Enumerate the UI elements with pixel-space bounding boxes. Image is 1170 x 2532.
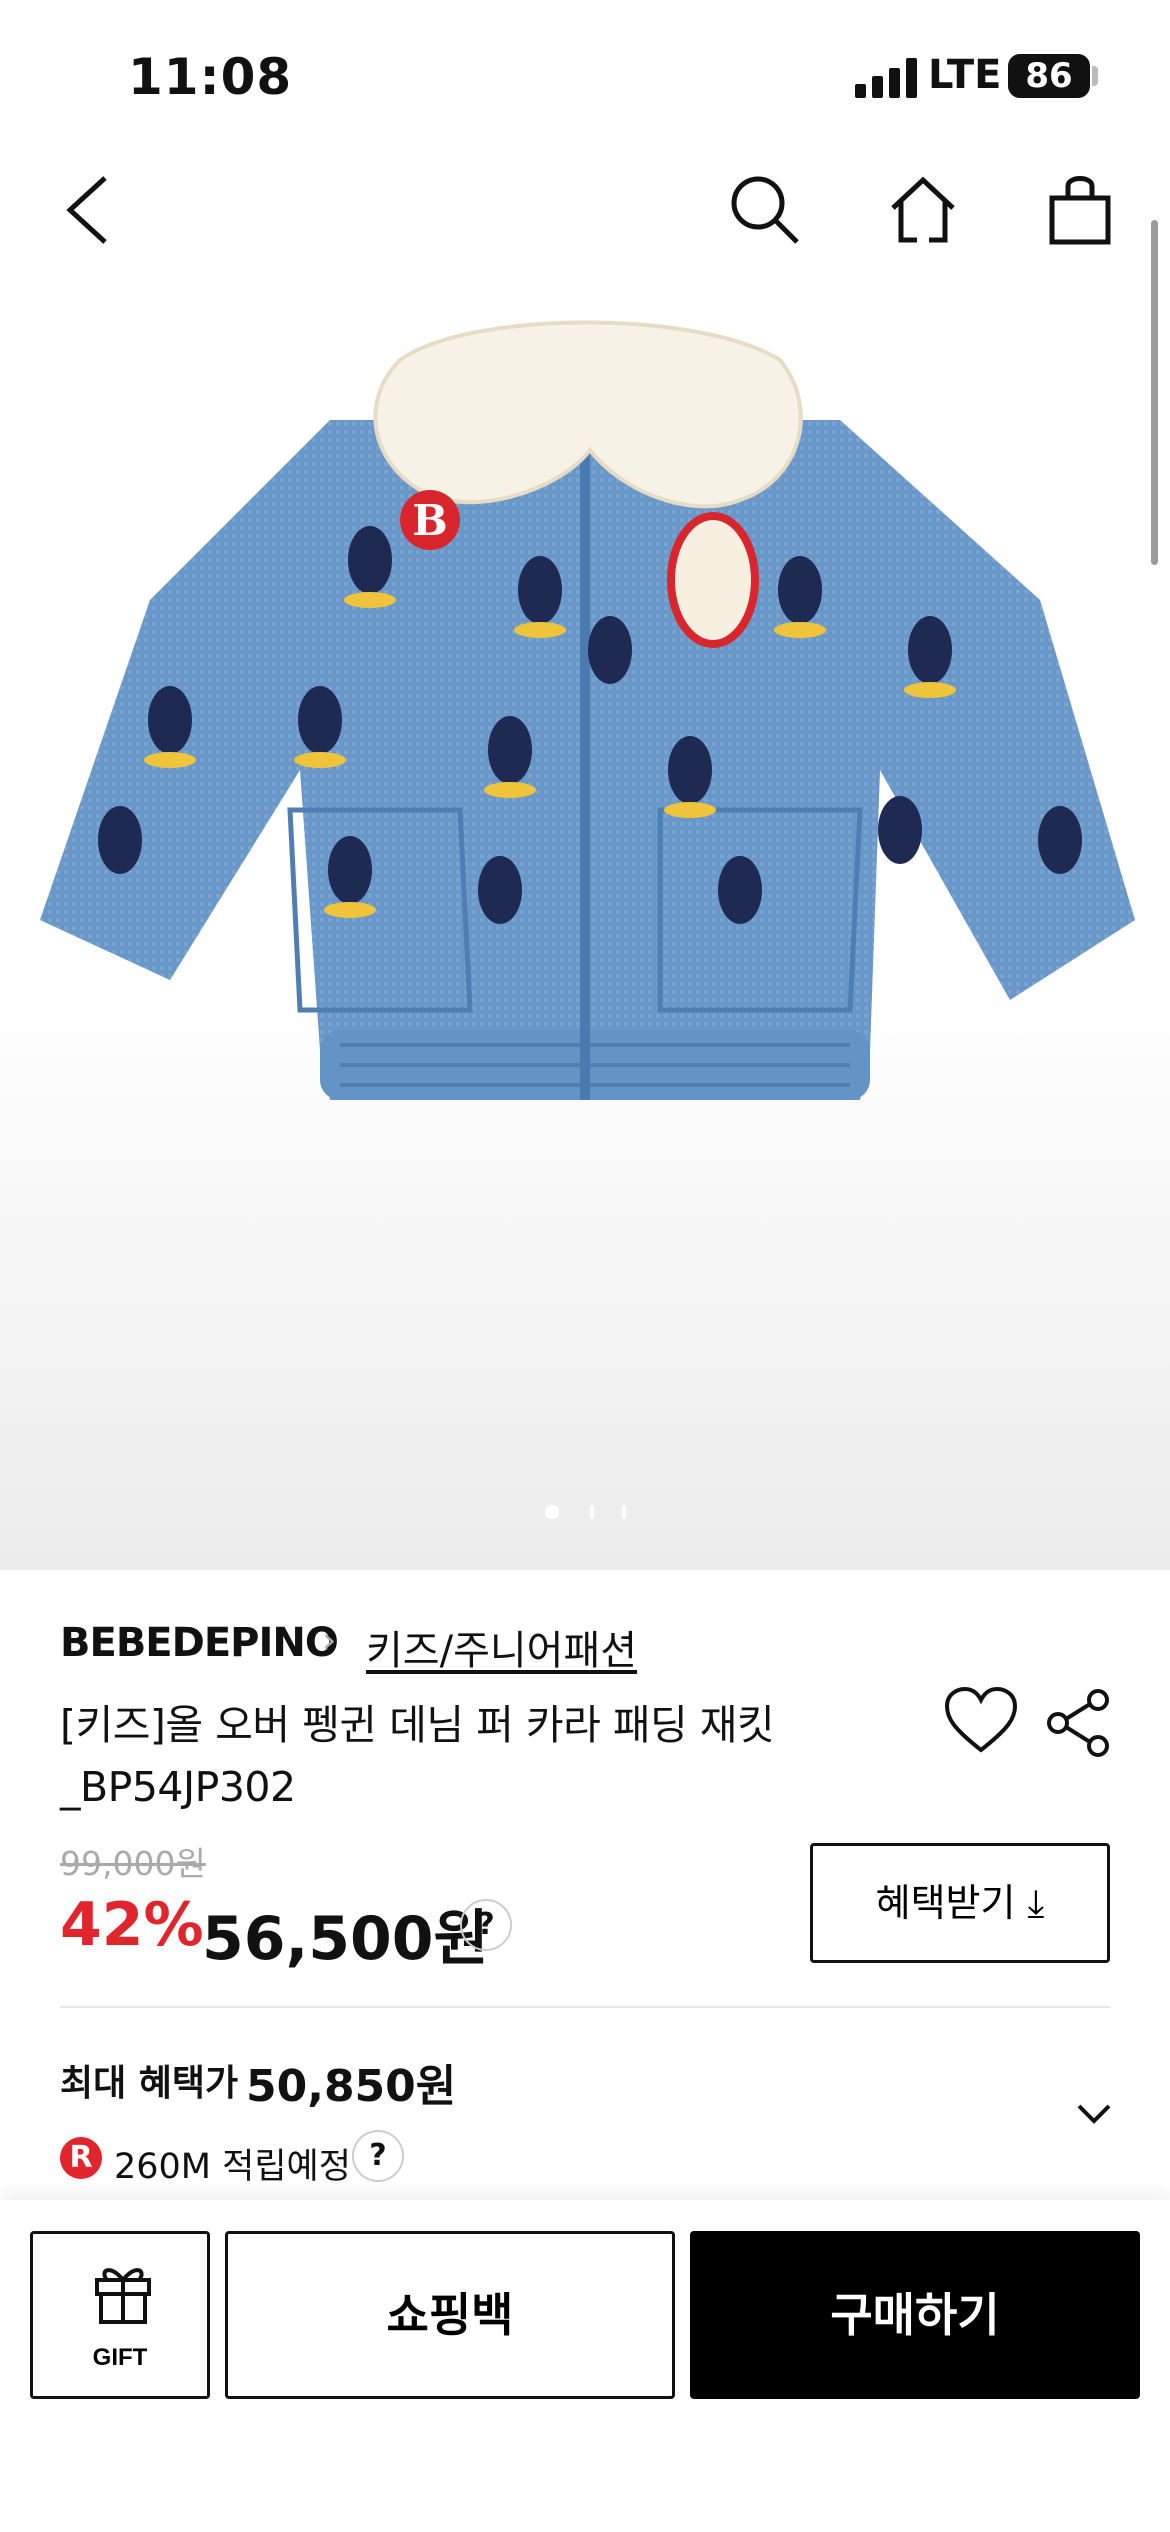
category-link[interactable]: 키즈/주니어패션 — [366, 1618, 637, 1676]
chevron-left-icon[interactable] — [50, 170, 130, 250]
network-label: LTE — [928, 52, 1002, 98]
gift-button[interactable]: GIFT — [30, 2231, 210, 2399]
reward-icon: R — [60, 2137, 102, 2179]
battery-tip — [1092, 66, 1098, 86]
gift-label: GIFT — [92, 2344, 148, 2371]
sale-price: 56,500원 — [202, 1904, 489, 1974]
price-help-icon[interactable]: ? — [460, 1899, 512, 1951]
chevron-down-icon[interactable] — [1075, 2094, 1113, 2132]
page-dot[interactable] — [622, 1505, 626, 1519]
share-icon[interactable] — [1046, 1688, 1112, 1758]
page-indicator — [0, 1505, 1170, 1525]
battery-icon: 86 — [1008, 54, 1090, 98]
shopping-bag-button[interactable]: 쇼핑백 — [225, 2231, 675, 2399]
original-price: 99,000원 — [60, 1844, 206, 1883]
product-photo: B — [40, 320, 1135, 1100]
gift-icon — [95, 2268, 151, 2324]
reward-help-icon[interactable]: ? — [352, 2130, 404, 2182]
max-benefit-label: 최대 혜택가 — [60, 2063, 239, 2104]
svg-text:B: B — [412, 496, 448, 545]
home-icon[interactable] — [883, 170, 963, 250]
buy-now-button[interactable]: 구매하기 — [690, 2231, 1140, 2399]
page-dot-active[interactable] — [545, 1505, 559, 1519]
signal-icon — [855, 58, 917, 98]
max-benefit-price: 50,850원 — [246, 2061, 457, 2112]
divider — [60, 2006, 1110, 2008]
product-title: [키즈]올 오버 펭귄 데님 퍼 카라 패딩 재킷 _BP54JP302 — [60, 1701, 775, 1811]
chevron-right-icon: › — [322, 1620, 337, 1661]
search-icon[interactable] — [725, 170, 805, 250]
discount-rate: 42% — [60, 1890, 204, 1960]
scrollbar[interactable] — [1151, 220, 1158, 565]
status-time: 11:08 — [128, 48, 293, 106]
heart-icon[interactable] — [943, 1686, 1019, 1756]
reward-points-text: 260M 적립예정 — [114, 2147, 351, 2187]
shopping-bag-icon[interactable] — [1040, 170, 1120, 250]
page-dot[interactable] — [590, 1505, 594, 1519]
product-image-gallery[interactable]: B — [0, 270, 1170, 1570]
top-nav-bar — [0, 140, 1170, 270]
brand-name[interactable]: BEBEDEPINO — [60, 1620, 339, 1666]
get-benefit-button[interactable]: 혜택받기 ⤓ — [810, 1843, 1110, 1963]
